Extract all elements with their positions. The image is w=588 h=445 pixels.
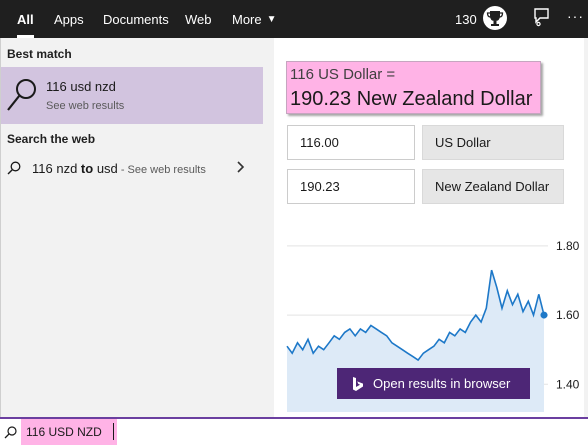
web-suggestion-text: 116 nzd to usd - See web results [32,161,206,176]
search-icon [7,161,21,175]
search-input[interactable]: 116 USD NZD [21,419,117,445]
rewards-points: 130 [455,11,477,27]
results-list-pane: Best match 116 usd nzd See web results S… [0,38,271,417]
y-tick-label: 1.40 [556,377,580,391]
tab-apps-label: Apps [54,11,84,27]
open-results-button[interactable]: Open results in browser [337,368,530,399]
more-options-button[interactable]: ··· [567,8,584,24]
tab-apps[interactable]: Apps [54,0,84,38]
web-query-suffix: usd [93,161,118,176]
currency-converter-card: 116 US Dollar = 190.23 New Zealand Dolla… [274,38,584,417]
tab-all-label: All [17,11,34,27]
tab-more[interactable]: More ▼ [232,0,277,38]
chevron-down-icon: ▼ [266,13,277,25]
tab-documents[interactable]: Documents [103,0,169,38]
y-tick-label: 1.80 [556,239,580,253]
web-suggestion-subtitle: - See web results [117,164,206,176]
top-nav-bar: All Apps Documents Web More ▼ 130 ··· [0,0,588,38]
feedback-icon[interactable] [531,7,551,27]
tab-web[interactable]: Web [185,0,212,38]
best-match-subtitle: See web results [46,100,125,112]
text-cursor [113,423,114,440]
tab-web-label: Web [185,11,212,27]
open-results-label: Open results in browser [373,376,511,391]
bing-logo-icon [353,376,363,391]
tab-more-label: More [232,11,262,27]
best-match-item[interactable]: 116 usd nzd See web results [1,67,263,124]
best-match-title: 116 usd nzd [46,79,116,94]
web-query-prefix: 116 nzd [32,161,81,176]
best-match-heading: Best match [7,47,72,61]
trophy-icon[interactable] [482,5,508,31]
web-query-bold: to [80,161,94,176]
preview-pane: 116 US Dollar = 190.23 New Zealand Dolla… [271,38,588,417]
tab-documents-label: Documents [103,11,169,27]
search-web-heading: Search the web [7,132,96,146]
exchange-rate-chart: 1.80 1.60 1.40 [286,239,580,412]
search-icon [4,426,17,439]
web-suggestion-item[interactable]: 116 nzd to usd - See web results [1,157,263,181]
y-tick-label: 1.60 [556,308,580,322]
search-icon [7,79,36,111]
search-bar: 116 USD NZD [0,417,588,445]
tab-all[interactable]: All [17,0,34,38]
chevron-right-icon[interactable] [236,159,246,175]
last-value-point [540,311,548,319]
